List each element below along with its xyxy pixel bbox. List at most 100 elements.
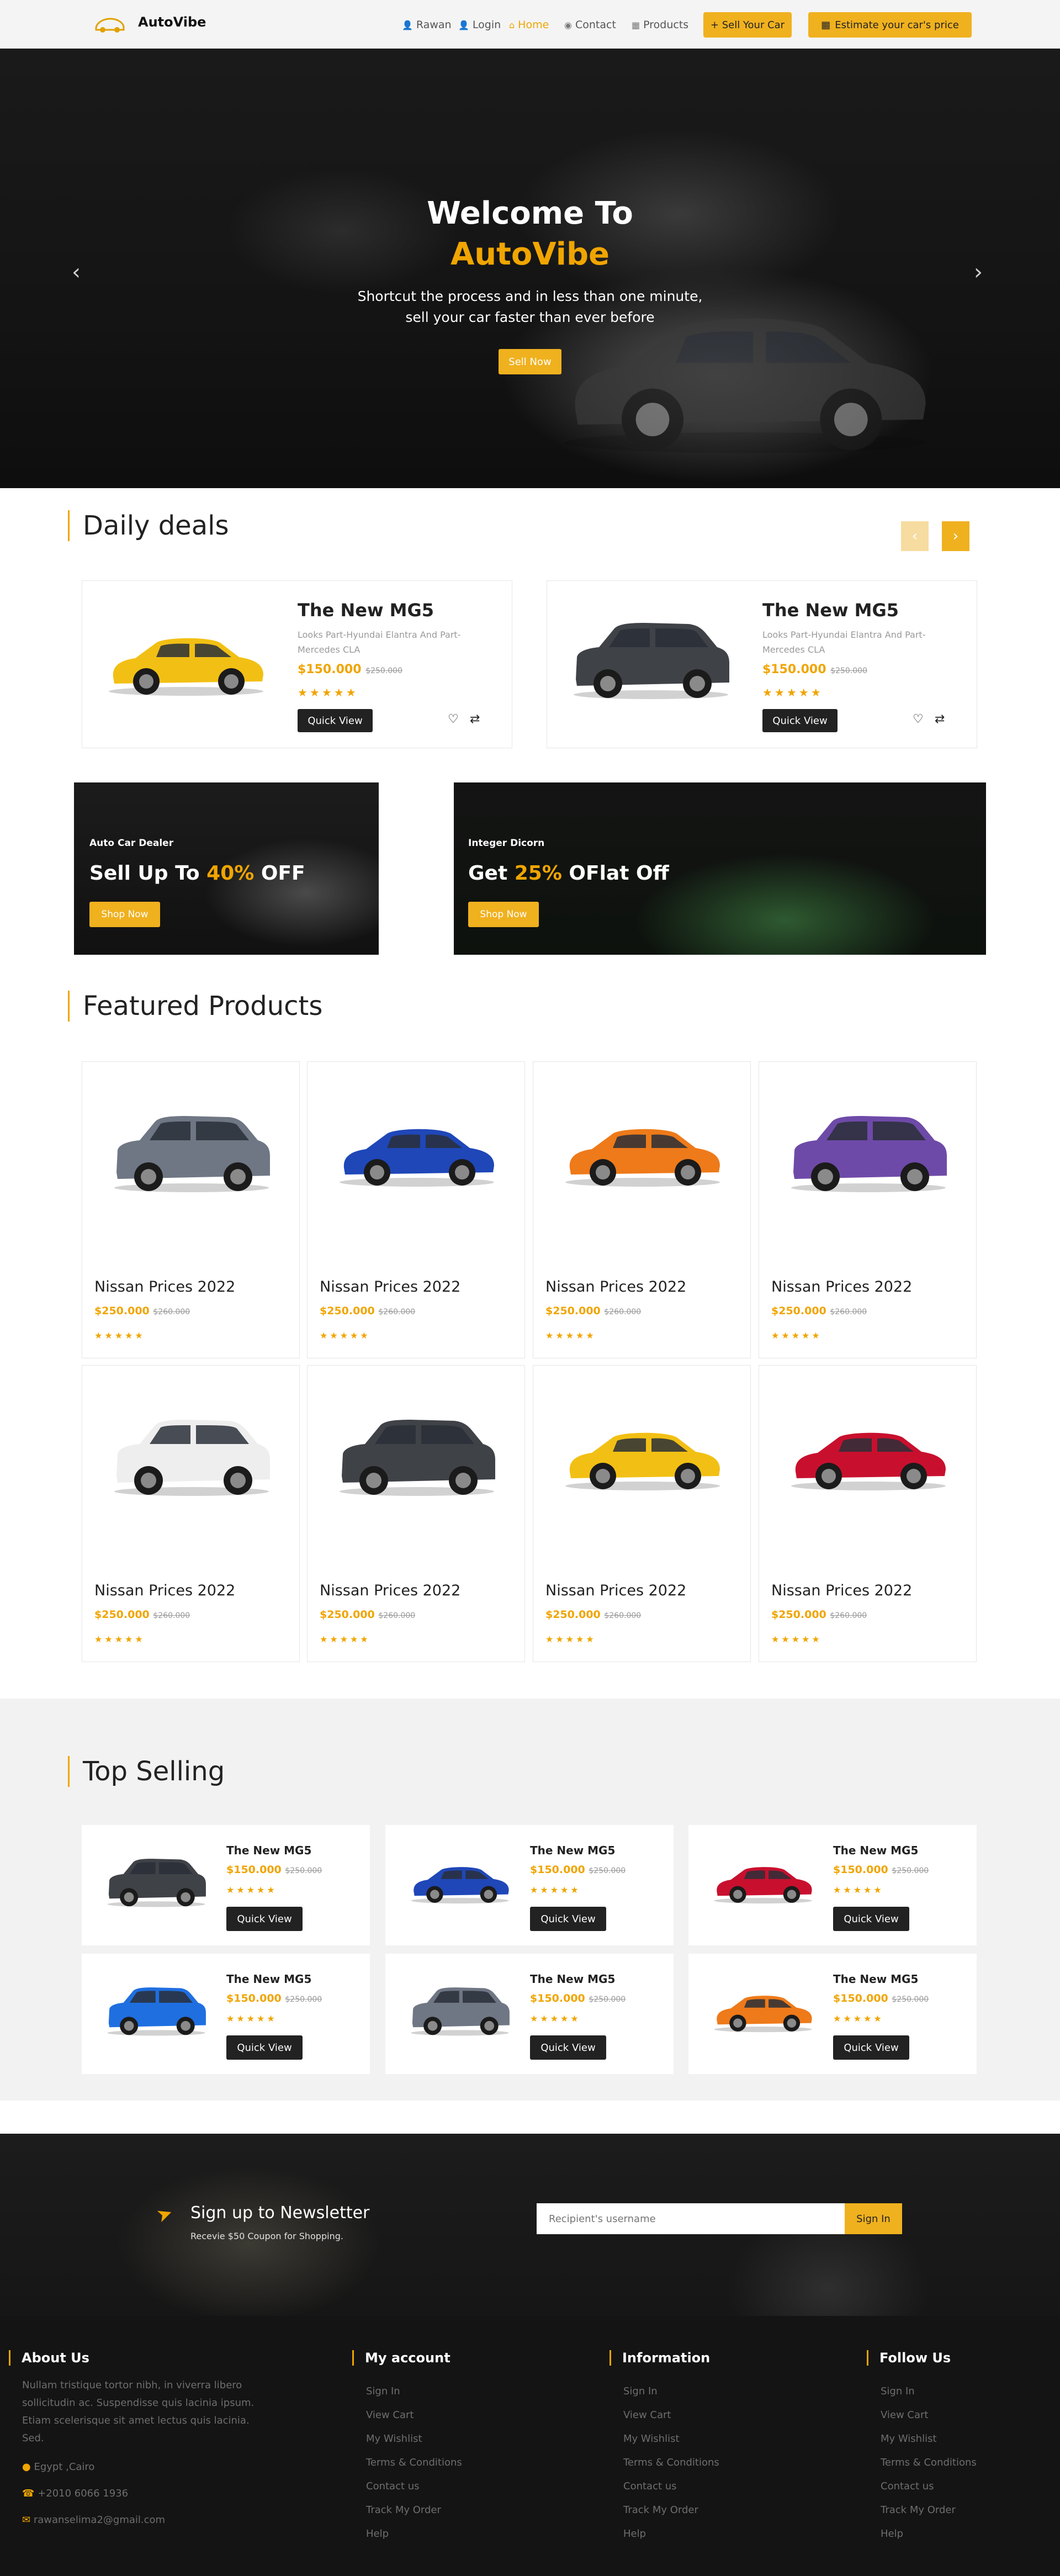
- sell-your-car-button[interactable]: + Sell Your Car: [703, 12, 792, 38]
- product-card[interactable]: Nissan Prices 2022 $250.000 $260.000 ★★★…: [759, 1061, 977, 1358]
- product-name: The New MG5: [833, 1972, 919, 1986]
- deal-card[interactable]: The New MG5 Looks Part-Hyundai Elantra A…: [547, 580, 977, 748]
- quick-view-button[interactable]: Quick View: [762, 709, 838, 732]
- hero-title-line1: Welcome To: [427, 195, 633, 231]
- footer-link[interactable]: View Cart: [366, 2409, 414, 2421]
- footer-link[interactable]: Contact us: [623, 2480, 677, 2492]
- nav-item-user[interactable]: 👤 Rawan: [402, 19, 452, 31]
- nav-label: Contact: [575, 19, 616, 31]
- shuffle-icon[interactable]: ⇄: [935, 712, 945, 726]
- nav-item-login[interactable]: 👤 Login: [458, 19, 501, 31]
- heart-icon[interactable]: ♡: [448, 712, 459, 726]
- top-selling-card[interactable]: The New MG5 $150.000 $250.000 ★★★★★ Quic…: [82, 1825, 370, 1945]
- product-card[interactable]: Nissan Prices 2022 $250.000 $260.000 ★★★…: [759, 1365, 977, 1662]
- footer-link[interactable]: Track My Order: [366, 2504, 441, 2516]
- footer-column-title: Follow Us: [867, 2350, 951, 2366]
- footer-link[interactable]: View Cart: [623, 2409, 671, 2421]
- product-card[interactable]: Nissan Prices 2022 $250.000 $260.000 ★★★…: [82, 1061, 300, 1358]
- quick-view-button[interactable]: Quick View: [833, 1907, 909, 1931]
- shop-now-button[interactable]: Shop Now: [89, 902, 160, 927]
- deal-card[interactable]: The New MG5 Looks Part-Hyundai Elantra A…: [82, 580, 512, 748]
- deal-name: The New MG5: [298, 600, 434, 621]
- footer-link[interactable]: Help: [881, 2528, 903, 2540]
- top-selling-card[interactable]: The New MG5 $150.000 $250.000 ★★★★★ Quic…: [385, 1954, 674, 2074]
- newsletter-email-input[interactable]: [537, 2203, 845, 2234]
- footer-link[interactable]: Track My Order: [881, 2504, 956, 2516]
- shuffle-icon[interactable]: ⇄: [470, 712, 480, 726]
- product-card[interactable]: Nissan Prices 2022 $250.000 $260.000 ★★★…: [307, 1061, 525, 1358]
- footer-link[interactable]: My Wishlist: [623, 2433, 680, 2445]
- car-image: [560, 1415, 725, 1498]
- rating-stars: ★★★★★: [833, 1885, 884, 1895]
- footer-phone[interactable]: ☎ +2010 6066 1936: [22, 2485, 128, 2503]
- quick-view-button[interactable]: Quick View: [530, 1907, 606, 1931]
- logo-icon[interactable]: [94, 13, 126, 35]
- footer-link[interactable]: Sign In: [366, 2385, 400, 2397]
- top-selling-card[interactable]: The New MG5 $150.000 $250.000 ★★★★★ Quic…: [688, 1954, 977, 2074]
- footer-link[interactable]: Contact us: [366, 2480, 420, 2492]
- quick-view-button[interactable]: Quick View: [226, 2035, 303, 2060]
- product-name: Nissan Prices 2022: [545, 1278, 687, 1295]
- footer-column-title: Information: [610, 2350, 710, 2366]
- estimate-price-button[interactable]: ▦ Estimate your car's price: [808, 12, 972, 38]
- footer-link[interactable]: Terms & Conditions: [623, 2457, 719, 2468]
- newsletter-sign-in-button[interactable]: Sign In: [845, 2203, 902, 2234]
- product-price: $150.000 $250.000: [226, 1864, 322, 1876]
- footer-link[interactable]: My Wishlist: [366, 2433, 422, 2445]
- footer-link[interactable]: Help: [366, 2528, 389, 2540]
- rating-stars: ★★★★★: [762, 686, 823, 699]
- footer-link[interactable]: Terms & Conditions: [881, 2457, 977, 2468]
- hero-subtitle-line2: sell your car faster than ever before: [405, 309, 655, 325]
- promo-head-highlight: 25%: [514, 862, 562, 885]
- rating-stars: ★★★★★: [226, 2013, 277, 2024]
- footer-link[interactable]: Help: [623, 2528, 646, 2540]
- footer-link[interactable]: View Cart: [881, 2409, 929, 2421]
- deal-car-image: [568, 618, 734, 701]
- footer-about-title: About Us: [9, 2350, 89, 2366]
- promo-banner[interactable]: Auto Car Dealer Sell Up To 40% OFF Shop …: [74, 782, 379, 955]
- top-selling-card[interactable]: The New MG5 $150.000 $250.000 ★★★★★ Quic…: [385, 1825, 674, 1945]
- rating-stars: ★★★★★: [530, 2013, 581, 2024]
- nav-item-home[interactable]: ⌂ Home: [509, 19, 549, 31]
- product-name: The New MG5: [530, 1844, 616, 1857]
- top-selling-card[interactable]: The New MG5 $150.000 $250.000 ★★★★★ Quic…: [688, 1825, 977, 1945]
- product-price: $250.000 $260.000: [545, 1609, 641, 1621]
- quick-view-button[interactable]: Quick View: [226, 1907, 303, 1931]
- car-image: [334, 1415, 500, 1498]
- rating-stars: ★★★★★: [545, 1330, 596, 1341]
- deals-prev-icon[interactable]: ‹: [901, 521, 929, 551]
- quick-view-button[interactable]: Quick View: [833, 2035, 909, 2060]
- price-current: $250.000: [94, 1305, 150, 1317]
- nav-item-contact[interactable]: ◉ Contact: [564, 19, 616, 31]
- price-current: $250.000: [320, 1305, 375, 1317]
- heart-icon[interactable]: ♡: [913, 712, 924, 726]
- product-card[interactable]: Nissan Prices 2022 $250.000 $260.000 ★★★…: [307, 1365, 525, 1662]
- product-card[interactable]: Nissan Prices 2022 $250.000 $260.000 ★★★…: [533, 1061, 751, 1358]
- footer-link[interactable]: Sign In: [623, 2385, 658, 2397]
- footer-link[interactable]: Contact us: [881, 2480, 934, 2492]
- product-card[interactable]: Nissan Prices 2022 $250.000 $260.000 ★★★…: [533, 1365, 751, 1662]
- nav-item-products[interactable]: ▦ Products: [632, 19, 688, 31]
- footer-link[interactable]: Sign In: [881, 2385, 915, 2397]
- promo-head-post: OFF: [254, 862, 305, 885]
- top-selling-card[interactable]: The New MG5 $150.000 $250.000 ★★★★★ Quic…: [82, 1954, 370, 2074]
- sell-now-button[interactable]: Sell Now: [499, 349, 561, 374]
- promo-banner[interactable]: Integer Dicorn Get 25% OFlat Off Shop No…: [454, 782, 986, 955]
- quick-view-button[interactable]: Quick View: [530, 2035, 606, 2060]
- footer-link[interactable]: Terms & Conditions: [366, 2457, 462, 2468]
- price-old: $260.000: [153, 1611, 190, 1620]
- brand-name[interactable]: AutoVibe: [138, 14, 206, 30]
- newsletter-subtitle: Recevie $50 Coupon for Shopping.: [190, 2231, 343, 2241]
- deals-next-icon[interactable]: ›: [942, 521, 969, 551]
- shop-now-button[interactable]: Shop Now: [468, 902, 539, 927]
- price-old: $250.000: [892, 1995, 929, 2004]
- price-current: $150.000: [530, 1992, 585, 2004]
- footer-link[interactable]: My Wishlist: [881, 2433, 937, 2445]
- product-card[interactable]: Nissan Prices 2022 $250.000 $260.000 ★★★…: [82, 1365, 300, 1662]
- rating-stars: ★★★★★: [320, 1330, 370, 1341]
- footer-email[interactable]: ✉ rawanselima2@gmail.com: [22, 2511, 165, 2529]
- product-price: $250.000 $260.000: [545, 1305, 641, 1317]
- quick-view-button[interactable]: Quick View: [298, 709, 373, 732]
- product-price: $250.000 $260.000: [320, 1305, 415, 1317]
- footer-link[interactable]: Track My Order: [623, 2504, 698, 2516]
